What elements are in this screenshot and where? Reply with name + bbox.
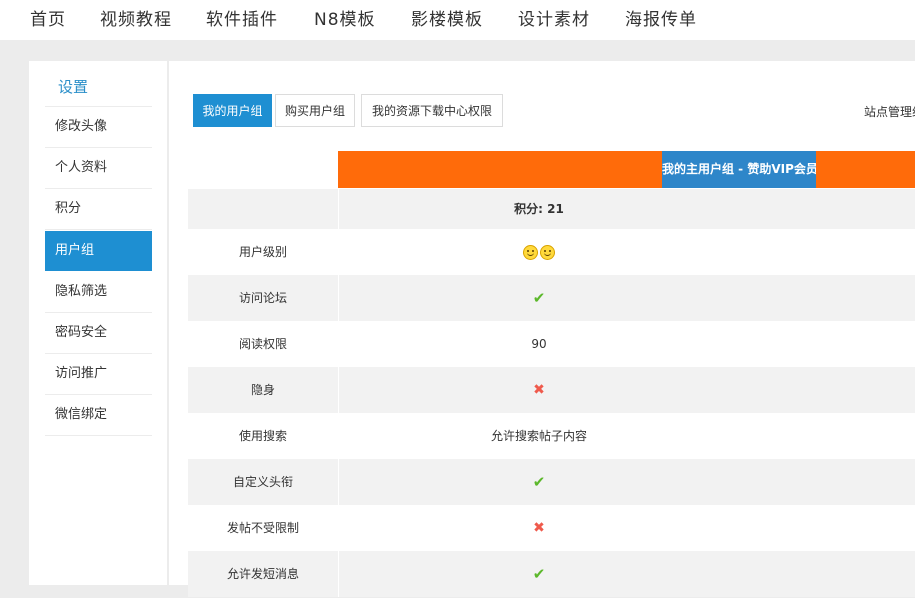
settings-sidebar: 设置 修改头像 个人资料 积分 用户组 隐私筛选 密码安全 访问推广 微信绑定 (29, 61, 167, 585)
nav-item-studio-templates[interactable]: 影楼模板 (411, 5, 483, 30)
sidebar-title: 设置 (58, 78, 89, 96)
main-usergroup-title: 我的主用户组 - 赞助VIP会员 (662, 151, 816, 188)
check-icon: ✔ (532, 473, 546, 491)
use-search-value: 允许搜索帖子内容 (490, 429, 587, 443)
row-label-user-level: 用户级别 (238, 245, 287, 259)
sidebar-item-points[interactable]: 积分 (45, 189, 152, 229)
cross-icon: ✖ (533, 520, 545, 536)
smiley-icon (523, 245, 538, 260)
sidebar-divider (45, 229, 152, 230)
row-label-read-permission: 阅读权限 (238, 337, 287, 351)
row-label-access-forum: 访问论坛 (238, 291, 287, 305)
main-content: 我的用户组 购买用户组 我的资源下载中心权限 站点管理组 我的主用户组 - 赞助… (169, 61, 915, 597)
table-row: 允许发短消息 ✔ (188, 551, 915, 597)
post-unlimited-value: ✖ (339, 505, 739, 551)
send-pm-value: ✔ (339, 551, 739, 597)
check-icon: ✔ (532, 289, 546, 307)
nav-item-posters-flyers[interactable]: 海报传单 (625, 5, 697, 30)
table-row: 使用搜索 允许搜索帖子内容 (188, 413, 915, 459)
sidebar-item-password[interactable]: 密码安全 (45, 313, 152, 353)
access-forum-value: ✔ (339, 275, 739, 321)
custom-title-value: ✔ (339, 459, 739, 505)
user-level-value (339, 229, 739, 275)
table-row: 隐身 ✖ (188, 367, 915, 413)
table-row: 自定义头衔 ✔ (188, 459, 915, 505)
table-row: 发帖不受限制 ✖ (188, 505, 915, 551)
table-row: 访问论坛 ✔ (188, 275, 915, 321)
read-permission-value: 90 (531, 337, 547, 351)
nav-item-design-assets[interactable]: 设计素材 (518, 5, 590, 30)
row-label-invisible: 隐身 (250, 383, 275, 397)
sidebar-item-avatar[interactable]: 修改头像 (45, 107, 152, 147)
nav-item-video-tutorials[interactable]: 视频教程 (100, 5, 172, 30)
usergroup-table-header: 我的主用户组 - 赞助VIP会员 (338, 151, 915, 188)
sidebar-item-usergroup[interactable]: 用户组 (45, 231, 152, 271)
points-value: 积分: 21 (514, 202, 564, 216)
sidebar-item-wechat[interactable]: 微信绑定 (45, 395, 152, 435)
check-icon: ✔ (532, 565, 546, 583)
top-navigation: 首页 视频教程 软件插件 N8模板 影楼模板 设计素材 海报传单 (0, 0, 915, 40)
row-label-custom-title: 自定义头衔 (232, 475, 293, 489)
tab-buy-usergroup[interactable]: 购买用户组 (275, 94, 355, 127)
row-label-post-unlimited: 发帖不受限制 (226, 521, 299, 535)
smiley-icon (540, 245, 555, 260)
sidebar-item-profile[interactable]: 个人资料 (45, 148, 152, 188)
table-row: 阅读权限 90 (188, 321, 915, 367)
tab-download-center-permissions[interactable]: 我的资源下载中心权限 (361, 94, 503, 127)
nav-item-software-plugins[interactable]: 软件插件 (206, 5, 278, 30)
sidebar-item-privacy[interactable]: 隐私筛选 (45, 272, 152, 312)
row-label-use-search: 使用搜索 (238, 429, 287, 443)
cross-icon: ✖ (533, 382, 545, 398)
sidebar-divider (45, 435, 152, 436)
row-label-send-pm: 允许发短消息 (226, 567, 299, 581)
sidebar-item-promotion[interactable]: 访问推广 (45, 354, 152, 394)
points-row: 积分: 21 (188, 189, 915, 229)
table-row: 用户级别 (188, 229, 915, 275)
nav-item-n8-templates[interactable]: N8模板 (314, 5, 376, 30)
tab-my-usergroup[interactable]: 我的用户组 (193, 94, 272, 127)
site-admin-label[interactable]: 站点管理组 (864, 103, 915, 120)
invisible-value: ✖ (339, 367, 739, 413)
nav-item-home[interactable]: 首页 (30, 5, 66, 30)
